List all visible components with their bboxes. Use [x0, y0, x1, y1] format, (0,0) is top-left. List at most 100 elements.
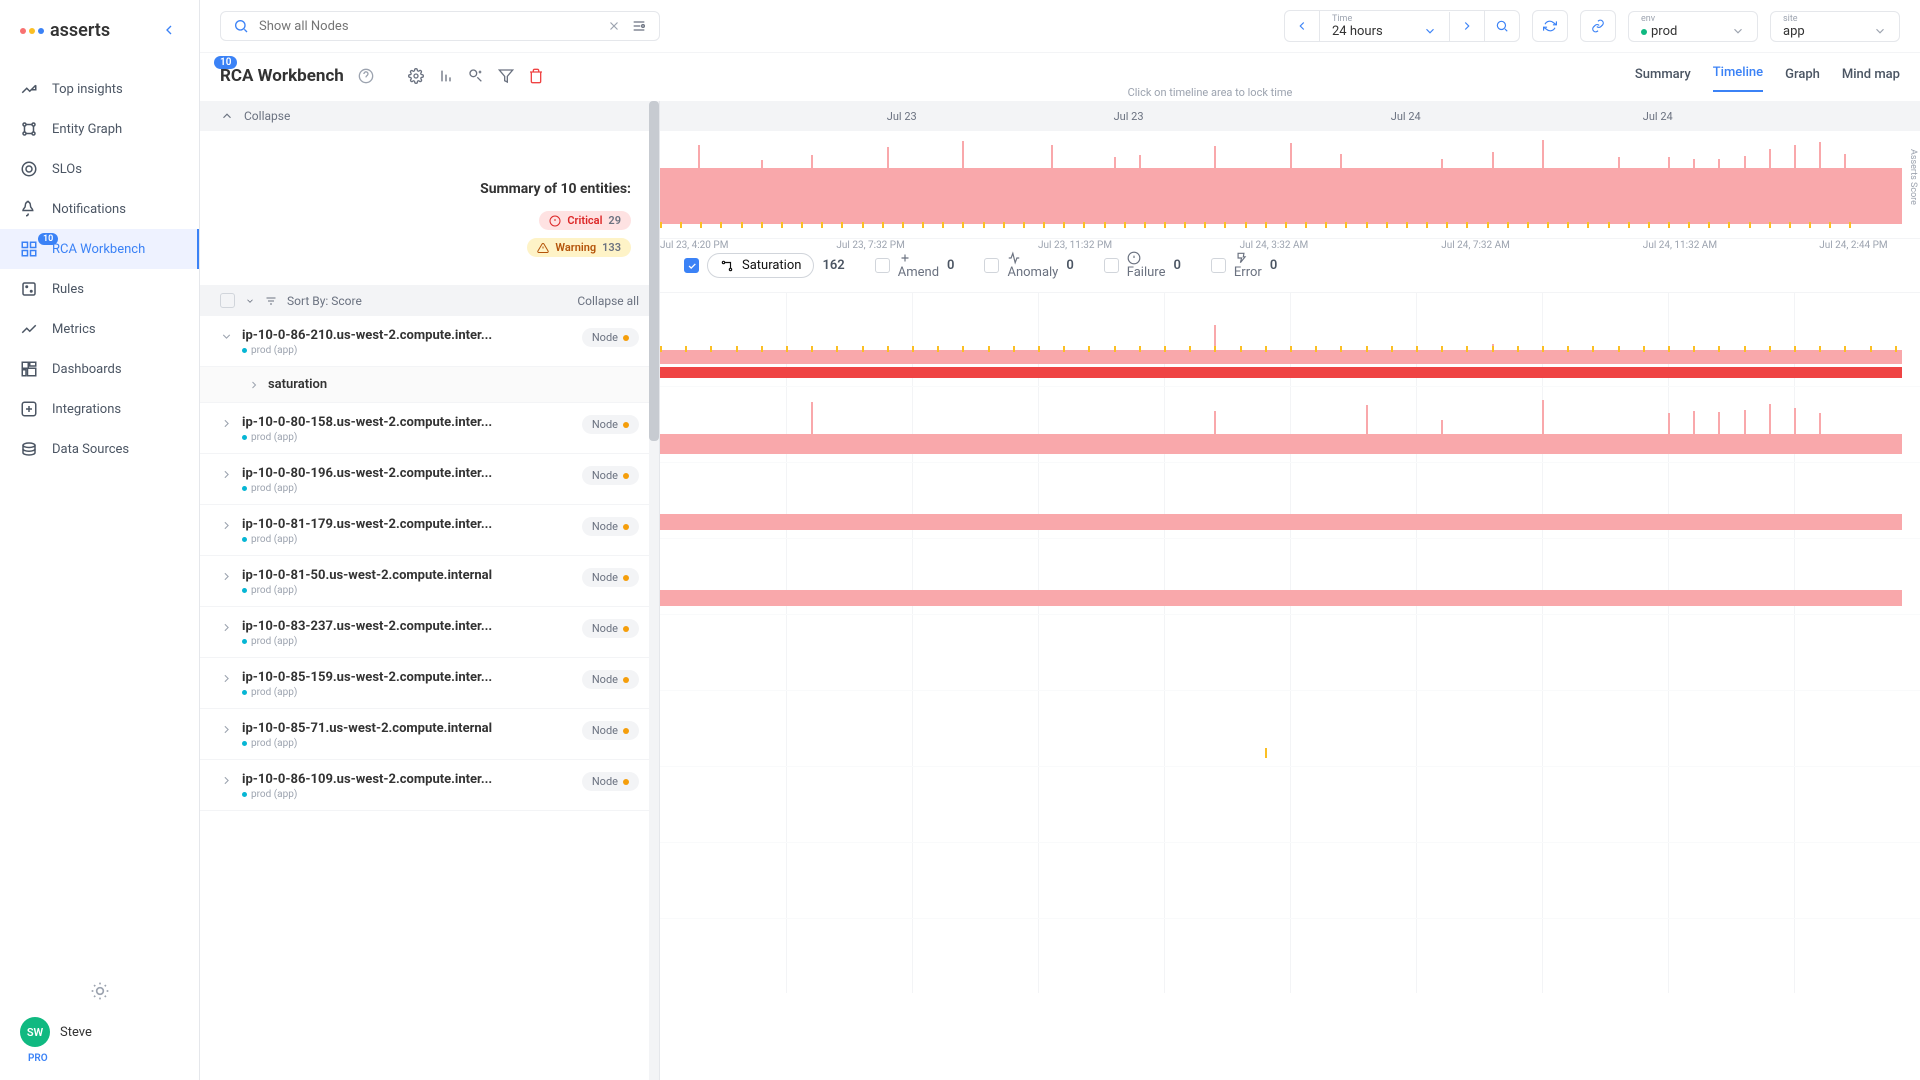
entity-row[interactable]: ip-10-0-83-237.us-west-2.compute.inter..…	[200, 607, 659, 658]
timeline-row[interactable]	[660, 767, 1920, 843]
select-all-checkbox[interactable]	[220, 293, 235, 308]
gear-icon[interactable]	[408, 68, 424, 84]
entity-meta: prod (app)	[242, 636, 574, 647]
time-nav: Time 24 hours	[1284, 10, 1520, 42]
sidebar-item-rca-workbench[interactable]: RCA Workbench10	[0, 229, 199, 269]
warning-count: 133	[602, 241, 621, 254]
sidebar-item-data-sources[interactable]: Data Sources	[0, 429, 199, 469]
summary-title: Summary of 10 entities:	[228, 181, 631, 197]
checkbox[interactable]	[1104, 258, 1119, 273]
link-button[interactable]	[1580, 10, 1616, 42]
timeline-row[interactable]	[660, 463, 1920, 539]
checkbox[interactable]	[984, 258, 999, 273]
warning-pill[interactable]: Warning 133	[527, 238, 631, 257]
time-prev-button[interactable]	[1285, 11, 1320, 41]
chevron-icon[interactable]	[220, 570, 234, 583]
node-badge: Node	[582, 517, 639, 536]
nav-badge: 10	[38, 233, 58, 245]
timeline-row[interactable]	[660, 387, 1920, 463]
user-row[interactable]: SW Steve	[20, 1017, 179, 1047]
clear-icon[interactable]	[607, 19, 621, 33]
chevron-down-icon[interactable]	[245, 296, 255, 306]
entity-row[interactable]: ip-10-0-80-158.us-west-2.compute.inter..…	[200, 403, 659, 454]
sidebar-item-top-insights[interactable]: Top insights	[0, 69, 199, 109]
nav-icon	[20, 240, 38, 258]
timeline-rows[interactable]	[660, 293, 1920, 1080]
nav-label: Dashboards	[52, 362, 122, 377]
saturation-row[interactable]: saturation	[200, 367, 659, 403]
sort-icon[interactable]	[265, 295, 277, 307]
hint-text: Click on timeline area to lock time	[500, 86, 1920, 99]
sidebar-item-slos[interactable]: SLOs	[0, 149, 199, 189]
nav-label: Metrics	[52, 322, 96, 337]
timeline-row[interactable]	[660, 691, 1920, 767]
sidebar-item-rules[interactable]: Rules	[0, 269, 199, 309]
time-next-button[interactable]	[1450, 11, 1485, 41]
entity-row[interactable]: ip-10-0-85-71.us-west-2.compute.internal…	[200, 709, 659, 760]
filter-icon[interactable]	[498, 68, 514, 84]
summary-box: Summary of 10 entities: Critical 29 Warn…	[200, 131, 659, 285]
sidebar-item-dashboards[interactable]: Dashboards	[0, 349, 199, 389]
entity-row[interactable]: ip-10-0-85-159.us-west-2.compute.inter..…	[200, 658, 659, 709]
chevron-icon[interactable]	[220, 672, 234, 685]
sidebar-collapse-icon[interactable]	[161, 22, 179, 40]
chevron-icon[interactable]	[220, 723, 234, 736]
sidebar-item-integrations[interactable]: Integrations	[0, 389, 199, 429]
chevron-icon[interactable]	[220, 468, 234, 481]
nav-icon	[20, 160, 38, 178]
chart-icon[interactable]	[438, 68, 454, 84]
filter-type-icon	[1127, 251, 1141, 265]
timeline-row[interactable]	[660, 615, 1920, 691]
collapse-header[interactable]: Collapse	[200, 101, 659, 131]
site-label: site	[1783, 14, 1887, 24]
help-icon[interactable]	[358, 68, 374, 84]
search-icon	[233, 18, 249, 34]
checkbox[interactable]	[684, 258, 699, 273]
scrollbar-track[interactable]	[649, 101, 659, 1080]
entity-row[interactable]: ip-10-0-81-50.us-west-2.compute.internal…	[200, 556, 659, 607]
collapse-all-button[interactable]: Collapse all	[577, 294, 639, 308]
sidebar-item-notifications[interactable]: Notifications	[0, 189, 199, 229]
entity-row[interactable]: ip-10-0-80-196.us-west-2.compute.inter..…	[200, 454, 659, 505]
node-badge: Node	[582, 772, 639, 791]
chevron-icon[interactable]	[220, 621, 234, 634]
sidebar-item-entity-graph[interactable]: Entity Graph	[0, 109, 199, 149]
filter-saturation[interactable]: Saturation162	[684, 253, 845, 278]
scrollbar-thumb[interactable]	[649, 101, 659, 441]
timeline-row[interactable]	[660, 539, 1920, 615]
search-input[interactable]	[259, 19, 597, 34]
settings-icon[interactable]	[631, 18, 647, 34]
critical-pill[interactable]: Critical 29	[539, 211, 631, 230]
critical-label: Critical	[567, 214, 602, 227]
trash-icon[interactable]	[528, 68, 544, 84]
refresh-button[interactable]	[1532, 10, 1568, 42]
time-selector[interactable]: Time 24 hours	[1320, 12, 1450, 41]
entity-row[interactable]: ip-10-0-86-210.us-west-2.compute.inter..…	[200, 316, 659, 367]
env-selector[interactable]: env prod	[1628, 11, 1758, 42]
summary-chart[interactable]: Asserts Score Jul 23, 4:20 PMJul 23, 7:3…	[660, 131, 1920, 239]
chevron-icon[interactable]	[220, 519, 234, 532]
timeline-row[interactable]	[660, 293, 1920, 387]
site-selector[interactable]: site app	[1770, 11, 1900, 42]
filter-error[interactable]: Error0	[1211, 251, 1277, 280]
search-wrap[interactable]	[220, 11, 660, 41]
checkbox[interactable]	[1211, 258, 1226, 273]
chevron-icon[interactable]	[220, 330, 234, 343]
entity-name: ip-10-0-81-50.us-west-2.compute.internal	[242, 568, 574, 583]
time-zoom-button[interactable]	[1485, 11, 1519, 41]
chevron-icon[interactable]	[220, 774, 234, 787]
timeline-row[interactable]	[660, 843, 1920, 919]
checkbox[interactable]	[875, 258, 890, 273]
entity-row[interactable]: ip-10-0-86-109.us-west-2.compute.inter..…	[200, 760, 659, 811]
query-icon[interactable]	[468, 68, 484, 84]
filter-failure[interactable]: Failure0	[1104, 251, 1181, 280]
filter-amend[interactable]: Amend0	[875, 251, 955, 280]
theme-toggle[interactable]	[20, 965, 179, 1017]
chevron-icon[interactable]	[220, 417, 234, 430]
filter-anomaly[interactable]: Anomaly0	[984, 251, 1073, 280]
node-badge: Node	[582, 619, 639, 638]
sidebar-item-metrics[interactable]: Metrics	[0, 309, 199, 349]
sort-label[interactable]: Sort By: Score	[287, 294, 362, 308]
pro-badge: PRO	[28, 1053, 179, 1064]
entity-row[interactable]: ip-10-0-81-179.us-west-2.compute.inter..…	[200, 505, 659, 556]
